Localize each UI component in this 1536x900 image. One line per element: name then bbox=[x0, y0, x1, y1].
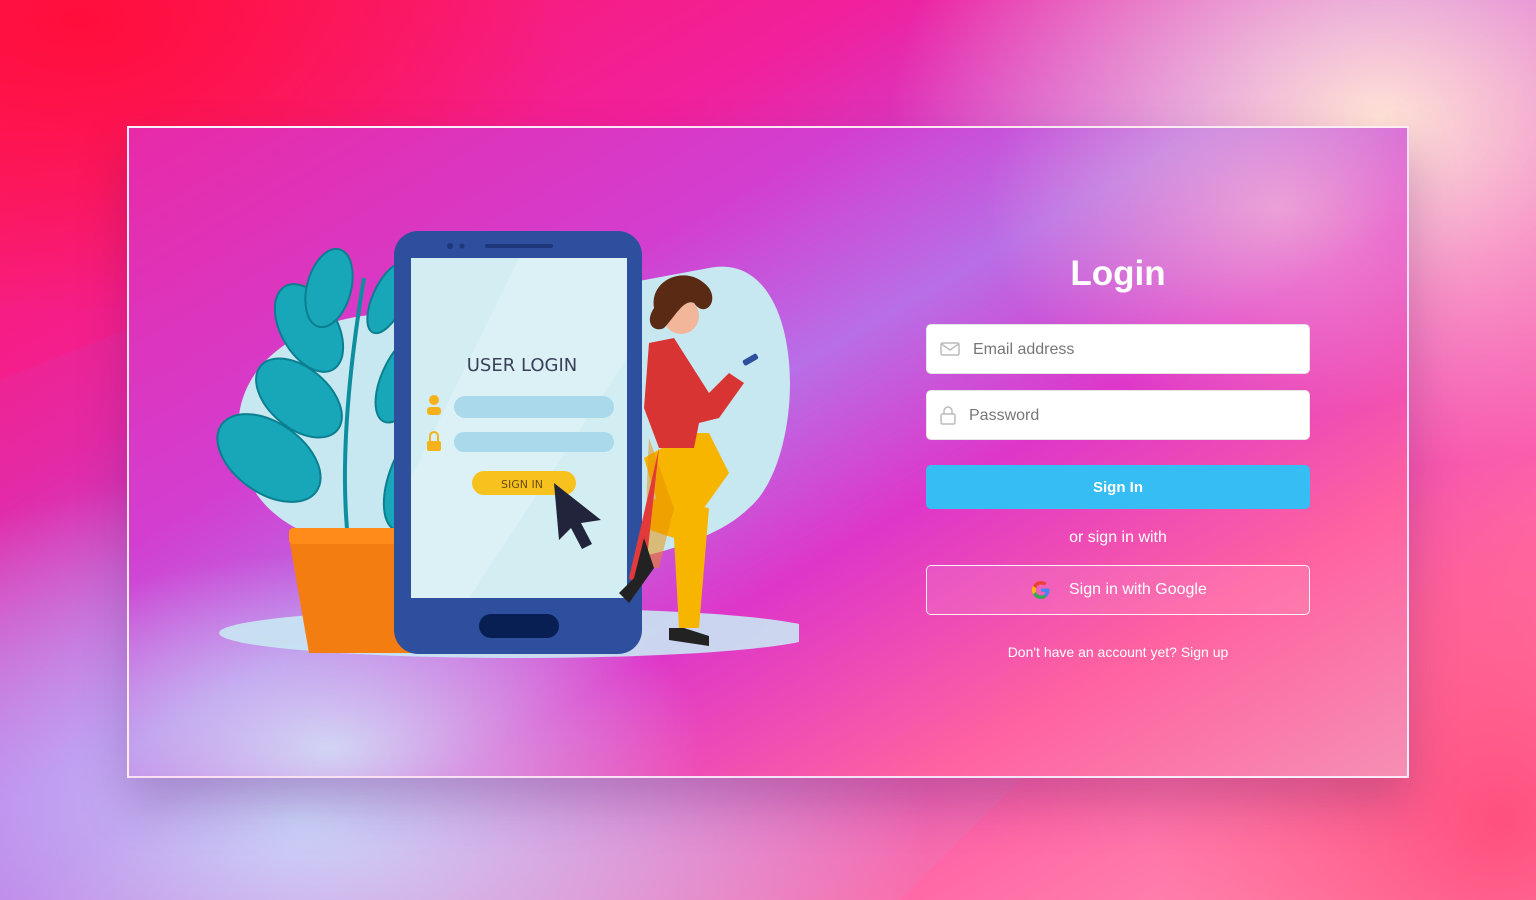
signup-prompt-text: Don't have an account yet? bbox=[1007, 644, 1177, 660]
user-login-illustration: USER LOGIN SIGN IN bbox=[216, 231, 799, 658]
email-field[interactable] bbox=[926, 324, 1310, 375]
sign-in-button[interactable]: Sign In bbox=[926, 465, 1310, 509]
phone-lock-icon bbox=[427, 441, 441, 451]
lock-icon bbox=[940, 406, 956, 425]
google-sign-in-button[interactable]: Sign in with Google bbox=[926, 565, 1310, 615]
login-card: USER LOGIN SIGN IN Login Email address S… bbox=[127, 126, 1409, 778]
google-icon bbox=[1032, 581, 1050, 599]
signup-link[interactable]: Sign up bbox=[1181, 644, 1228, 660]
phone-signin-label: SIGN IN bbox=[501, 478, 543, 491]
email-input[interactable] bbox=[971, 325, 1295, 375]
phone-user-icon bbox=[429, 395, 439, 405]
or-sign-in-with-text: or sign in with bbox=[1069, 529, 1167, 546]
signup-prompt: Don't have an account yet? Sign up bbox=[926, 644, 1310, 660]
phone-screen-title: USER LOGIN bbox=[467, 355, 577, 376]
password-input[interactable] bbox=[967, 391, 1291, 441]
google-sign-in-label: Sign in with Google bbox=[1069, 581, 1207, 598]
envelope-icon bbox=[940, 342, 960, 356]
password-field[interactable] bbox=[926, 390, 1310, 441]
login-title: Login bbox=[1070, 254, 1166, 293]
